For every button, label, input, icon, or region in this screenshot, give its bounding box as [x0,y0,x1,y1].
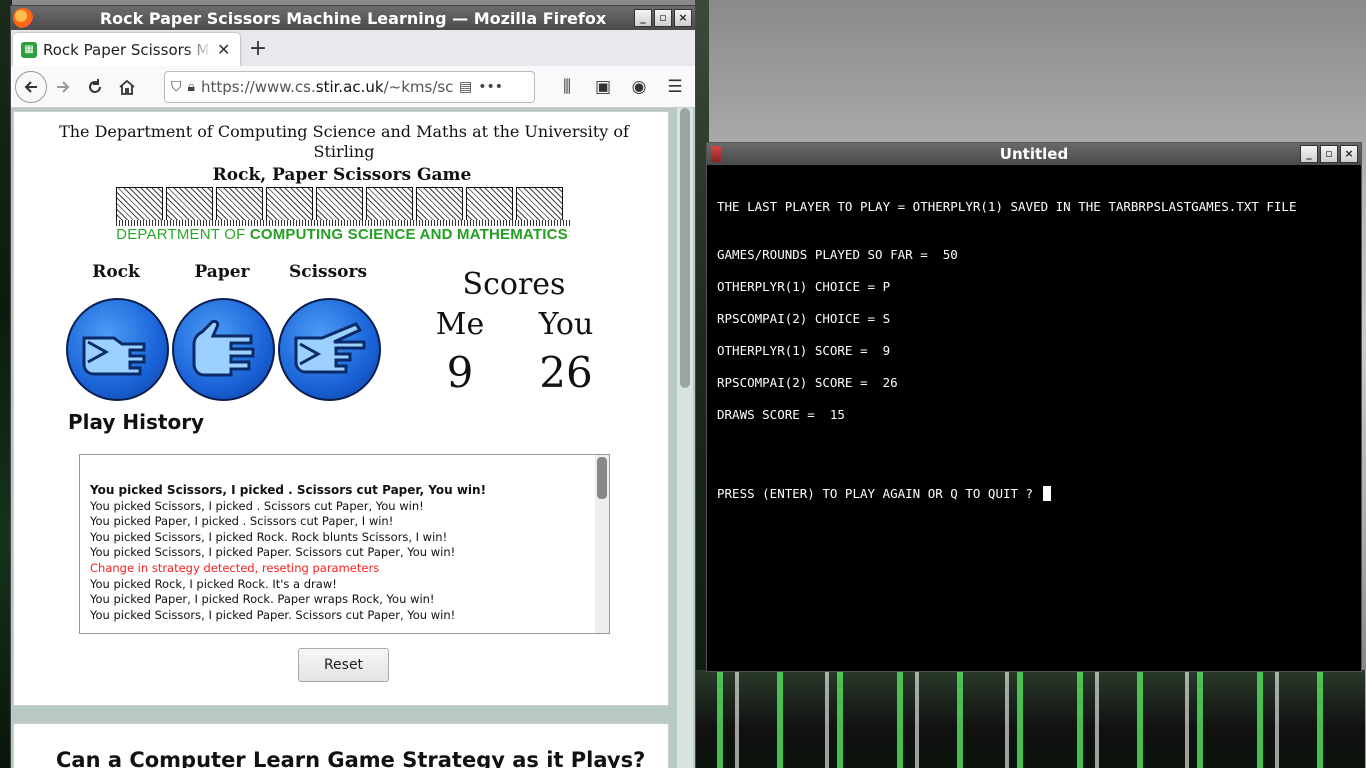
terminal-line: OTHERPLYR(1) SCORE = 9 [717,343,891,358]
scissors-label: Scissors [288,262,368,282]
tab-bar: ▦ Rock Paper Scissors Mac ✕ + [11,30,695,66]
reload-icon [89,78,101,93]
history-entry: You picked Paper, I picked Rock. Paper w… [90,592,435,607]
page-actions-icon[interactable]: ••• [478,79,503,95]
banner-tile [466,187,513,221]
history-entry: You picked Scissors, I picked Paper. Sci… [90,545,456,560]
terminal-line: RPSCOMPAI(2) CHOICE = S [717,311,891,326]
paper-hand-icon [192,319,254,376]
reload-button[interactable] [79,71,111,103]
new-tab-button[interactable]: + [246,36,270,61]
banner-tile [416,187,463,221]
scissors-button[interactable] [278,298,381,401]
tab-close-icon[interactable]: ✕ [217,40,230,59]
history-entry: Change in strategy detected, reseting pa… [90,560,380,575]
terminal-window: Untitled _ ▫ × THE LAST PLAYER TO PLAY =… [706,142,1362,672]
score-you-label: You [538,307,594,342]
url-text[interactable]: https://www.cs.stir.ac.uk/~kms/scho [201,78,453,96]
back-arrow-icon [24,80,37,93]
terminal-titlebar[interactable]: Untitled _ ▫ × [707,143,1361,165]
url-prefix: https://www.cs. [200,78,316,96]
paper-button[interactable] [172,298,275,401]
forward-arrow-icon [57,80,70,93]
history-entry: You picked Scissors, I picked Paper. Sci… [90,607,456,622]
page-scroll-thumb[interactable] [680,108,690,388]
library-icon[interactable]: ⫼ [551,71,583,103]
banner-tile [216,187,263,221]
tab-rps[interactable]: ▦ Rock Paper Scissors Mac ✕ [13,33,240,66]
paper-label: Paper [194,262,250,282]
maximize-button[interactable]: ▫ [654,9,672,27]
sidebar-icon[interactable]: ▣ [587,71,619,103]
banner-tile [266,187,313,221]
score-me-label: Me [435,307,485,342]
menu-icon[interactable]: ☰ [659,71,691,103]
game-card: The Department of Computing Science and … [13,111,669,706]
account-icon[interactable]: ◉ [623,71,655,103]
reader-view-icon[interactable]: ▤ [459,79,472,95]
navigation-toolbar: ⛉ 🔒︎ https://www.cs.stir.ac.uk/~kms/scho… [11,66,695,108]
home-icon [119,79,135,95]
department-banner-text: DEPARTMENT OF COMPUTING SCIENCE AND MATH… [14,226,670,243]
terminal-line: THE LAST PLAYER TO PLAY = OTHERPLYR(1) S… [717,199,1297,214]
lock-icon[interactable]: 🔒︎ [188,79,195,95]
site-favicon-icon: ▦ [21,41,37,58]
banner-tile [116,187,163,221]
history-entry: You picked Paper, I picked . Scissors cu… [90,514,394,529]
scores-title: Scores [462,267,566,302]
history-list: You picked Scissors, I picked . Scissors… [90,483,590,623]
url-bar[interactable]: ⛉ 🔒︎ https://www.cs.stir.ac.uk/~kms/scho… [164,71,535,103]
scissors-hand-icon [294,321,365,373]
history-scroll-thumb[interactable] [597,457,607,499]
game-title: Rock, Paper Scissors Game [212,165,472,185]
play-history-title: Play History [68,410,205,434]
shield-icon[interactable]: ⛉ [171,79,182,95]
desktop-wallpaper-lights [695,670,1366,768]
firefox-titlebar[interactable]: Rock Paper Scissors Machine Learning — M… [11,6,695,30]
terminal-line: RPSCOMPAI(2) SCORE = 26 [717,375,898,390]
history-entry: You picked Rock, I picked Rock. It's a d… [90,576,337,591]
rock-hand-icon [82,336,145,375]
terminal-title: Untitled [999,145,1069,163]
rock-button[interactable] [66,298,169,401]
score-you-value: 26 [539,348,593,397]
terminal-maximize-button[interactable]: ▫ [1320,145,1338,163]
play-history-box[interactable]: You picked Scissors, I picked . Scissors… [79,454,610,634]
page-scrollbar[interactable] [677,108,693,768]
history-entry: You picked Scissors, I picked . Scissors… [90,483,487,497]
close-button[interactable]: × [674,9,692,27]
terminal-line: OTHERPLYR(1) CHOICE = P [717,279,891,294]
terminal-line: GAMES/ROUNDS PLAYED SO FAR = 50 [717,247,958,262]
department-heading: The Department of Computing Science and … [59,122,629,161]
score-me-value: 9 [446,348,474,397]
section-heading: Can a Computer Learn Game Strategy as it… [56,748,646,768]
home-button[interactable] [111,71,143,103]
tab-label: Rock Paper Scissors Mac [43,40,211,59]
banner-tile [316,187,363,221]
banner-tile [166,187,213,221]
terminal-prompt-line[interactable]: PRESS (ENTER) TO PLAY AGAIN OR Q TO QUIT… [717,486,1051,501]
terminal-minimize-button[interactable]: _ [1300,145,1318,163]
reset-button[interactable]: Reset [298,648,389,682]
window-title: Rock Paper Scissors Machine Learning — M… [99,8,607,28]
back-button[interactable] [15,70,47,103]
banner-tile [366,187,413,221]
firefox-window: Rock Paper Scissors Machine Learning — M… [10,5,696,768]
rock-label: Rock [92,262,140,282]
text-cursor [1042,486,1051,501]
history-entry: You picked Scissors, I picked . Scissors… [90,498,424,513]
terminal-line: DRAWS SCORE = 15 [717,407,845,422]
page-viewport: The Department of Computing Science and … [11,108,695,768]
banner-text-bold: COMPUTING SCIENCE AND MATHEMATICS [249,226,568,243]
banner-tile [516,187,563,221]
url-path: /~kms/scho [383,78,453,96]
forward-button[interactable] [47,71,79,103]
minimize-button[interactable]: _ [634,9,652,27]
terminal-prompt: PRESS (ENTER) TO PLAY AGAIN OR Q TO QUIT… [717,486,1041,501]
history-scrollbar[interactable] [595,455,609,633]
history-entry: You picked Scissors, I picked Rock. Rock… [90,529,448,544]
terminal-close-button[interactable]: × [1340,145,1358,163]
banner-text-light: DEPARTMENT OF [116,226,250,243]
url-domain: stir.ac.uk [315,78,384,96]
